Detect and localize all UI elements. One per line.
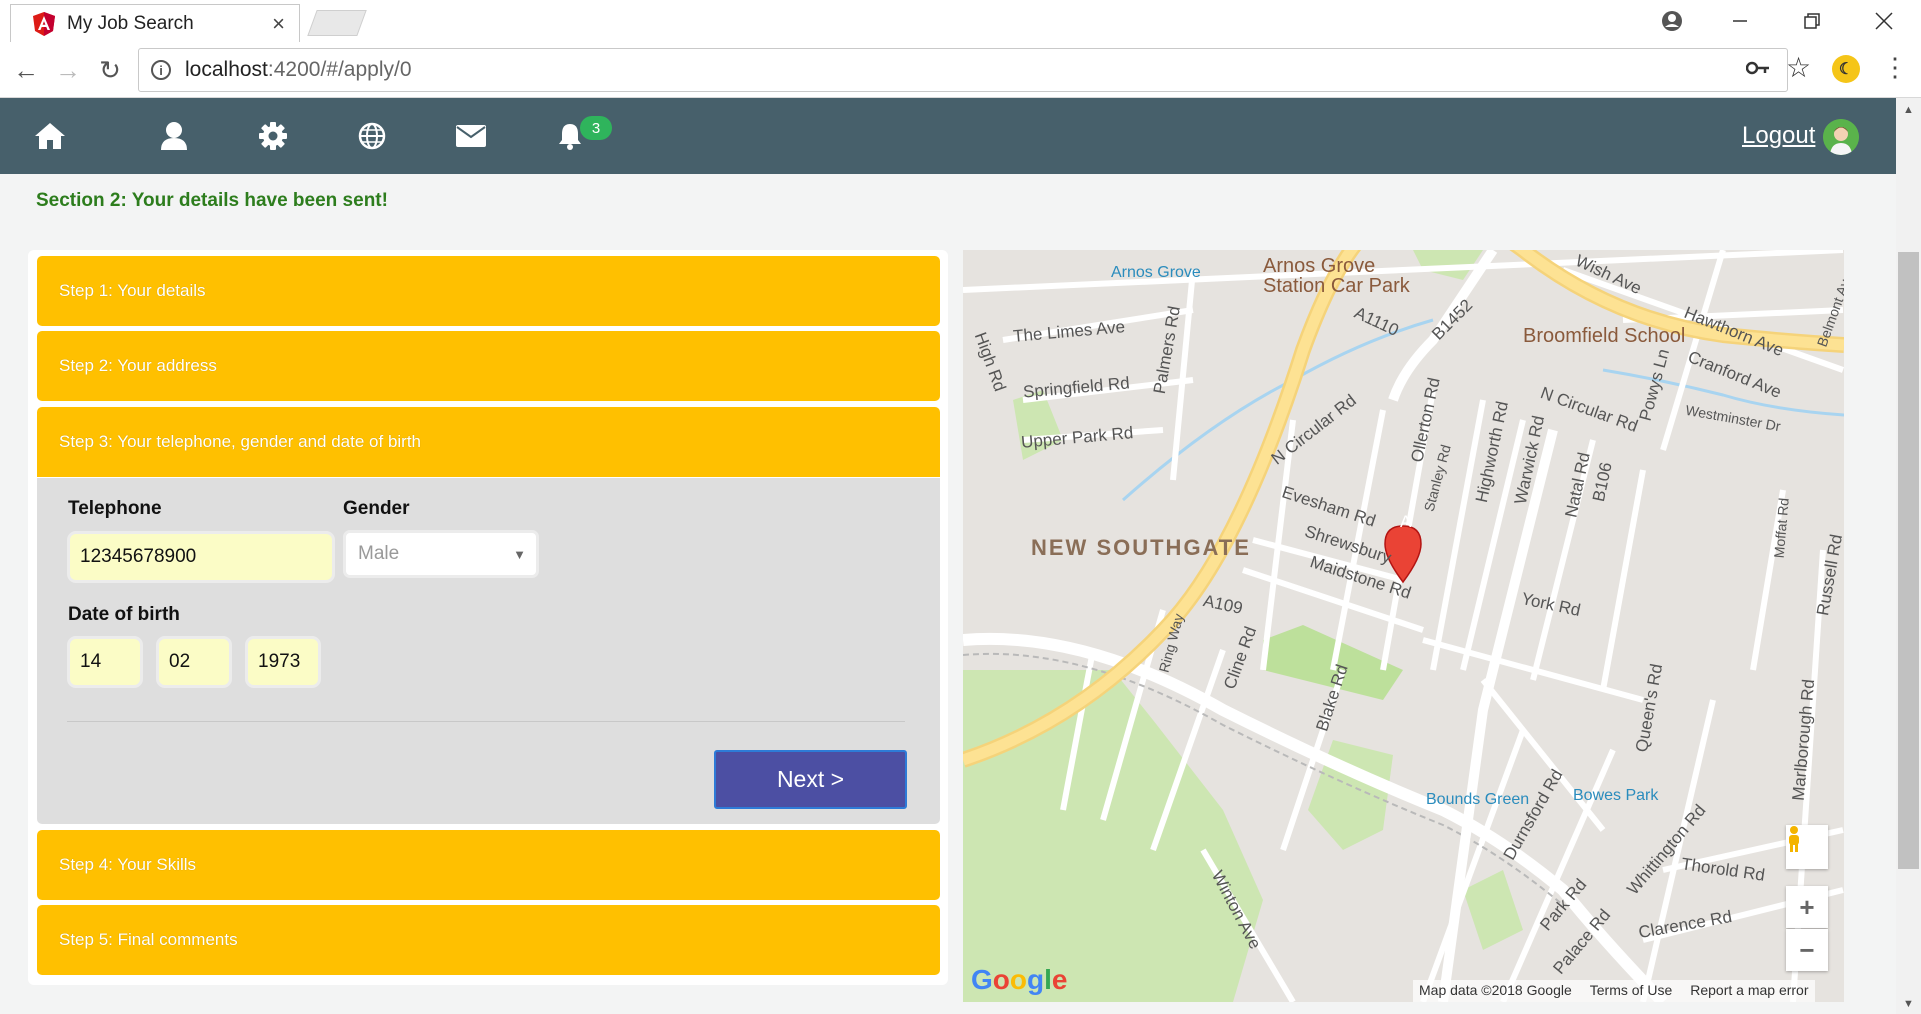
poi-car-park: Arnos Grove Station Car Park xyxy=(1263,255,1410,297)
reload-icon[interactable]: ↻ xyxy=(92,52,128,88)
home-icon[interactable] xyxy=(30,118,70,154)
telephone-input[interactable] xyxy=(67,531,335,583)
terms-of-use-link[interactable]: Terms of Use xyxy=(1590,982,1672,1000)
browser-tab-bar: My Job Search × xyxy=(0,0,1921,42)
step-2-header[interactable]: Step 2: Your address xyxy=(37,331,940,401)
gender-label: Gender xyxy=(343,498,410,519)
browser-toolbar: ← → ↻ i localhost :4200/#/apply/0 ☆ ☾ ⋮ xyxy=(0,42,1921,98)
new-tab-button[interactable] xyxy=(307,10,367,36)
address-bar[interactable]: i localhost :4200/#/apply/0 xyxy=(138,48,1788,92)
marker-label: A xyxy=(1400,512,1412,531)
application-accordion: Step 1: Your details Step 2: Your addres… xyxy=(28,250,948,985)
station-bowes-park: Bowes Park xyxy=(1573,787,1659,804)
report-map-error-link[interactable]: Report a map error xyxy=(1690,982,1808,1000)
zoom-in-button[interactable]: + xyxy=(1786,886,1828,928)
gear-icon[interactable] xyxy=(253,118,293,154)
gender-selected-value: Male xyxy=(358,543,400,564)
gender-select[interactable]: Male ▼ xyxy=(343,530,539,578)
step-5-header[interactable]: Step 5: Final comments xyxy=(37,905,940,975)
google-map[interactable]: A NEW SOUTHGATE Arnos Grove Station Car … xyxy=(963,250,1844,1002)
url-path: :4200/#/apply/0 xyxy=(267,58,412,81)
step-label: Step 1: Your details xyxy=(59,281,206,300)
close-tab-icon[interactable]: × xyxy=(272,11,285,37)
notification-badge: 3 xyxy=(580,116,612,140)
minimize-icon[interactable] xyxy=(1712,0,1768,42)
browser-tab[interactable]: My Job Search × xyxy=(10,4,300,42)
angular-icon xyxy=(33,11,55,36)
step-label: Step 4: Your Skills xyxy=(59,855,197,874)
dob-label: Date of birth xyxy=(68,604,180,625)
dob-month-input[interactable] xyxy=(156,636,232,688)
step-3-header[interactable]: Step 3: Your telephone, gender and date … xyxy=(37,407,940,477)
map-data-credit: Map data ©2018 Google xyxy=(1419,982,1572,998)
bookmark-star-icon[interactable]: ☆ xyxy=(1786,51,1811,84)
step-label: Step 3: Your telephone, gender and date … xyxy=(59,432,422,451)
next-button[interactable]: Next > xyxy=(714,750,907,809)
scroll-down-icon[interactable]: ▼ xyxy=(1896,994,1921,1014)
step-label: Step 2: Your address xyxy=(59,356,217,375)
section-success-message: Section 2: Your details have been sent! xyxy=(36,190,388,211)
form-divider xyxy=(67,721,905,722)
step-3-form: Telephone Gender Male ▼ Date of birth Ne… xyxy=(37,478,940,824)
envelope-icon[interactable] xyxy=(451,118,491,154)
telephone-label: Telephone xyxy=(68,498,162,519)
scroll-up-icon[interactable]: ▲ xyxy=(1896,100,1921,120)
user-icon[interactable] xyxy=(154,118,194,154)
browser-menu-icon[interactable]: ⋮ xyxy=(1882,52,1908,83)
area-label: NEW SOUTHGATE xyxy=(1031,535,1251,560)
restore-icon[interactable] xyxy=(1784,0,1840,42)
scrollbar-thumb[interactable] xyxy=(1898,252,1919,869)
dob-day-input[interactable] xyxy=(67,636,143,688)
tab-title: My Job Search xyxy=(67,12,194,34)
poi-school: Broomfield School xyxy=(1523,325,1686,347)
station-arnos-grove: Arnos Grove xyxy=(1111,264,1201,281)
globe-icon[interactable] xyxy=(352,118,392,154)
street-view-pegman-icon[interactable] xyxy=(1786,825,1828,869)
station-bounds-green: Bounds Green xyxy=(1426,791,1530,808)
site-info-icon[interactable]: i xyxy=(151,60,171,80)
app-navbar xyxy=(0,98,1896,174)
dob-year-input[interactable] xyxy=(245,636,321,688)
step-1-header[interactable]: Step 1: Your details xyxy=(37,256,940,326)
back-icon[interactable]: ← xyxy=(8,52,44,88)
forward-icon[interactable]: → xyxy=(50,52,86,88)
avatar[interactable] xyxy=(1823,119,1859,155)
profile-icon[interactable] xyxy=(1644,0,1700,42)
step-4-header[interactable]: Step 4: Your Skills xyxy=(37,830,940,900)
map-attribution: Map data ©2018 Google Terms of Use Repor… xyxy=(1413,980,1815,1002)
chevron-down-icon: ▼ xyxy=(513,546,526,562)
close-window-icon[interactable] xyxy=(1856,0,1912,42)
extension-icon[interactable]: ☾ xyxy=(1832,55,1860,83)
step-label: Step 5: Final comments xyxy=(59,930,238,949)
key-icon[interactable] xyxy=(1745,56,1770,82)
logout-link[interactable]: Logout xyxy=(1742,122,1815,150)
zoom-out-button[interactable]: − xyxy=(1786,929,1828,971)
url-host: localhost xyxy=(185,58,268,81)
google-logo: Google xyxy=(971,964,1068,995)
